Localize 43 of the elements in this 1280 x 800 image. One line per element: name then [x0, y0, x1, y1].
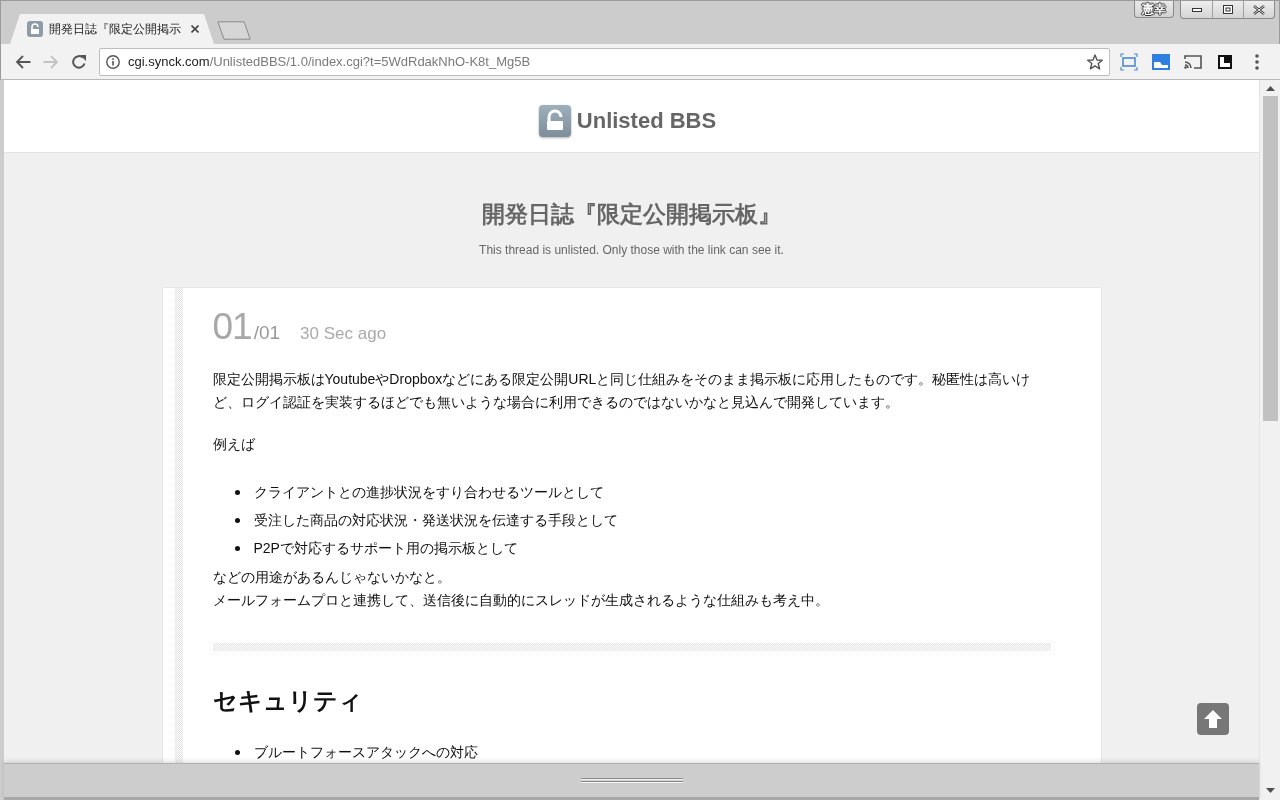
browser-tab[interactable]: 開発日誌『限定公開掲示	[10, 14, 214, 44]
post-text-line: などの用途があるんじゃないかなと。	[212, 568, 451, 587]
post-paragraph: 限定公開掲示板はYoutubeやDropboxなどにある限定公開URLと同じ仕組みをそのまま掲示板に応用したものです。秘匿性は高いけど、ログイ認証を実装するほどでも無いような場合に利用できるのではないかなと見込んで開発しています。	[212, 370, 1032, 412]
list-item: P2Pで対応するサポート用の掲示板として	[253, 539, 518, 558]
bullet-icon	[234, 546, 240, 551]
padlock-icon	[27, 21, 43, 37]
up-arrow-icon	[1203, 709, 1223, 729]
post-number: 01	[212, 308, 252, 346]
bullet-icon	[234, 518, 240, 523]
back-icon[interactable]	[15, 53, 31, 70]
maximize-icon	[1223, 5, 1233, 14]
scroll-up-icon[interactable]	[1265, 86, 1275, 91]
cast-icon[interactable]	[1184, 52, 1202, 71]
window-icon[interactable]	[1152, 52, 1170, 71]
post-text-line: メールフォームプロと連携して、送信後に自動的にスレッドが生成されるような仕組みも考え中。	[212, 591, 829, 610]
site-title[interactable]: Unlisted BBS	[576, 108, 717, 134]
bullet-icon	[234, 750, 240, 755]
list-item: 受注した商品の対応状況・発送状況を伝達する手段として	[253, 511, 618, 530]
bullet-icon	[234, 490, 240, 495]
reload-icon[interactable]	[71, 53, 87, 70]
menu-icon[interactable]	[1255, 53, 1259, 70]
close-icon	[1253, 4, 1265, 15]
scroll-to-top-button[interactable]	[1197, 703, 1229, 735]
grip-icon[interactable]	[580, 778, 683, 783]
list-item: クライアントとの進捗状況をすり合わせるツールとして	[253, 483, 604, 502]
padlock-icon	[538, 105, 571, 137]
section-heading: セキュリティ	[212, 686, 363, 716]
scrollbar[interactable]	[1259, 80, 1280, 800]
post-time: 30 Sec ago	[300, 324, 387, 344]
address-field[interactable]: cgi.synck.com/UnlistedBBS/1.0/index.cgi?t=5WdRdakNhO-K8t_Mg5B	[99, 47, 1110, 76]
list-item: ブルートフォースアタックへの対応	[253, 743, 478, 762]
info-icon[interactable]	[106, 54, 120, 69]
scrollbar-thumb[interactable]	[1262, 96, 1278, 421]
bookmark-star-icon[interactable]	[1087, 53, 1103, 70]
post-paragraph: 例えば	[212, 435, 255, 454]
profile-button[interactable]: 憲幸	[1134, 1, 1174, 18]
post-count: /01	[253, 322, 281, 344]
square-icon[interactable]	[1216, 52, 1234, 71]
thread-title: 開発日誌『限定公開掲示板』	[482, 200, 781, 229]
close-icon[interactable]	[191, 25, 199, 33]
minimize-icon	[1191, 7, 1202, 12]
thread-notice: This thread is unlisted. Only those with the link can see it.	[479, 242, 784, 258]
scroll-down-icon[interactable]	[1265, 788, 1275, 793]
